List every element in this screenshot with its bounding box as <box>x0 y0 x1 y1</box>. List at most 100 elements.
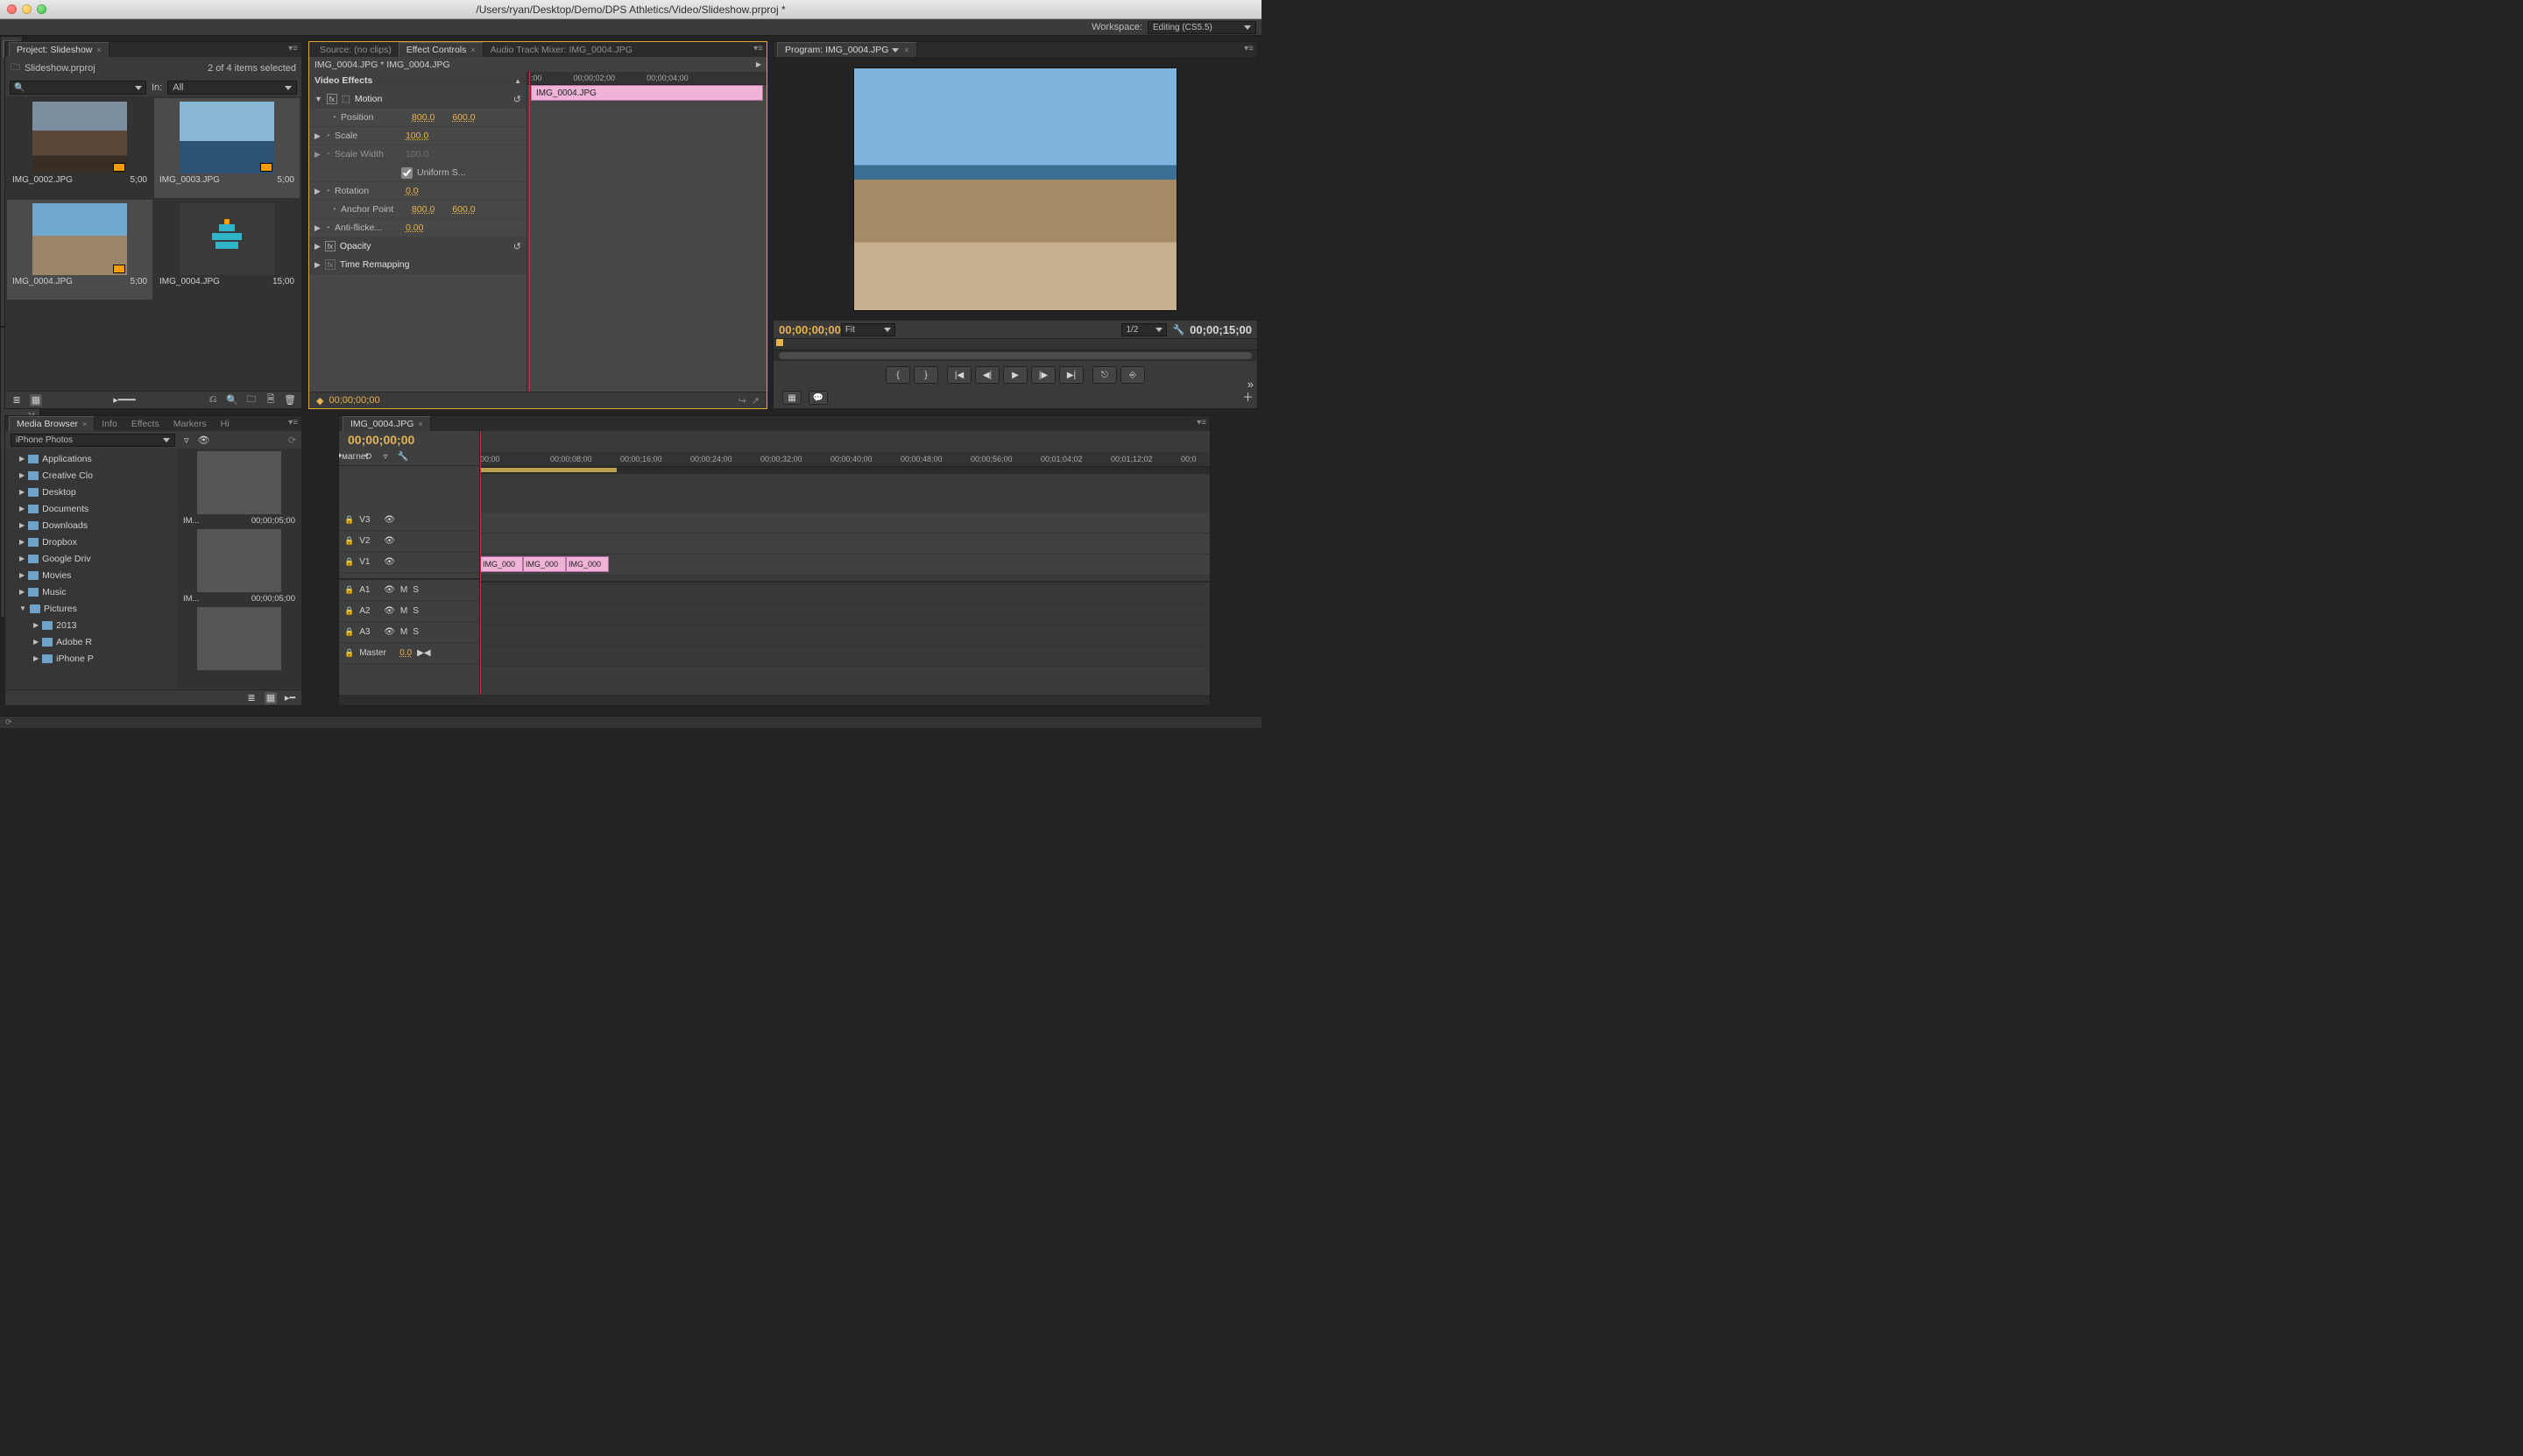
project-search-input[interactable]: 🔍 <box>10 81 146 95</box>
lock-icon[interactable]: 🔒 <box>344 536 354 546</box>
tab-effect-controls[interactable]: Effect Controls× <box>399 42 484 57</box>
fx-toggle-icon[interactable]: fx <box>325 259 336 270</box>
media-folder-tree[interactable]: ▶Applications▶Creative Clo▶Desktop▶Docum… <box>5 449 177 689</box>
twisty-icon[interactable]: ▼ <box>19 604 26 612</box>
collapse-icon[interactable]: ▲ <box>514 77 521 85</box>
folder-node[interactable]: ▶Music <box>5 583 177 600</box>
new-bin-icon[interactable]: 🗀 <box>245 394 258 406</box>
rotation-value[interactable]: 0.0 <box>406 186 419 196</box>
thumbnail-view-icon[interactable]: ▦ <box>265 692 277 704</box>
twisty-icon[interactable]: ▶ <box>314 242 321 251</box>
folder-node[interactable]: ▶Adobe R <box>5 633 177 650</box>
tab-effects[interactable]: Effects <box>124 416 166 431</box>
scale-value[interactable]: 100.0 <box>406 131 428 141</box>
twisty-icon[interactable]: ▶ <box>19 538 25 546</box>
solo-button[interactable]: S <box>413 627 419 637</box>
master-track-header[interactable]: 🔒 Master 0.0 ▶◀ <box>339 643 479 664</box>
mute-button[interactable]: M <box>400 585 407 595</box>
twisty-icon[interactable]: ▶ <box>314 187 321 196</box>
uniform-scale-checkbox[interactable] <box>401 167 413 179</box>
stopwatch-icon[interactable]: ◔ <box>331 113 336 123</box>
close-icon[interactable]: × <box>418 420 422 428</box>
timeline-ruler[interactable]: 00;0000;00;08;0000;00;16;0000;00;24;0000… <box>480 452 1210 467</box>
video-track-header[interactable]: 🔒V2👁 <box>339 531 479 552</box>
folder-node[interactable]: ▶Applications <box>5 450 177 467</box>
track-lane-master[interactable] <box>480 646 1210 667</box>
import-icon[interactable]: ⟳ <box>288 435 296 446</box>
panel-menu-icon[interactable]: ▾≡ <box>753 44 763 53</box>
tab-media-browser[interactable]: Media Browser× <box>9 416 95 431</box>
tab-project[interactable]: Project: Slideshow× <box>9 42 110 57</box>
folder-node[interactable]: ▼Pictures <box>5 600 177 617</box>
reset-icon[interactable]: ↺ <box>513 241 521 252</box>
twisty-icon[interactable]: ▶ <box>19 571 25 579</box>
position-x-value[interactable]: 800.0 <box>412 112 435 123</box>
window-zoom-button[interactable] <box>37 4 46 14</box>
step-back-button[interactable]: ◀| <box>975 366 1000 384</box>
close-icon[interactable]: × <box>470 46 475 54</box>
toggle-output-icon[interactable]: 👁 <box>384 557 395 567</box>
folder-node[interactable]: ▶Downloads <box>5 517 177 534</box>
close-icon[interactable]: × <box>904 46 908 54</box>
twisty-icon[interactable]: ▶ <box>314 260 321 270</box>
linked-selection-icon[interactable]: ⟲ <box>362 451 374 463</box>
timeline-clip[interactable]: IMG_000 <box>523 556 566 572</box>
anchor-y-value[interactable]: 600.0 <box>452 204 475 215</box>
playhead-icon[interactable] <box>529 72 530 392</box>
fx-toggle-icon[interactable]: fx <box>327 94 337 104</box>
new-item-icon[interactable]: 🗎 <box>265 394 277 406</box>
fx-toggle-icon[interactable]: fx <box>325 241 336 251</box>
folder-node[interactable]: ▶2013 <box>5 617 177 633</box>
mark-out-button[interactable]: } <box>914 366 938 384</box>
lock-icon[interactable]: 🔒 <box>344 627 354 637</box>
twisty-icon[interactable]: ▶ <box>314 131 321 141</box>
media-drive-select[interactable]: iPhone Photos <box>11 434 175 447</box>
program-tc-current[interactable]: 00;00;00;00 <box>779 323 841 336</box>
list-view-icon[interactable]: ≣ <box>11 394 23 406</box>
twisty-icon[interactable]: ▶ <box>33 621 39 629</box>
media-thumb-item[interactable]: IM...00;00;05;00 <box>180 451 299 526</box>
stopwatch-icon[interactable]: ◔ <box>325 223 330 233</box>
reset-icon[interactable]: ↺ <box>513 94 521 105</box>
track-lane-v3[interactable] <box>480 512 1210 534</box>
audio-track-header[interactable]: 🔒A2👁MS <box>339 601 479 622</box>
twisty-icon[interactable]: ▶ <box>33 638 39 646</box>
folder-node[interactable]: ▶Dropbox <box>5 534 177 550</box>
solo-button[interactable]: S <box>413 606 419 616</box>
project-bin-item[interactable]: IMG_0002.JPG5;00 <box>7 98 152 198</box>
program-timebar[interactable] <box>774 338 1257 350</box>
go-to-out-button[interactable]: ▶| <box>1059 366 1084 384</box>
track-lane-a2[interactable] <box>480 604 1210 625</box>
ec-ruler[interactable]: :0000;00;02;0000;00;04;00 <box>527 72 767 85</box>
project-bin-item[interactable]: IMG_0004.JPG5;00 <box>7 200 152 300</box>
panel-menu-icon[interactable]: ▾≡ <box>1197 418 1206 428</box>
folder-node[interactable]: ▶Documents <box>5 500 177 517</box>
video-track-header[interactable]: 🔒V1👁 <box>339 552 479 573</box>
video-track-header[interactable]: 🔒V3👁 <box>339 510 479 531</box>
tab-audio-mixer[interactable]: Audio Track Mixer: IMG_0004.JPG <box>484 42 640 57</box>
toggle-output-icon[interactable]: 👁 <box>384 627 395 637</box>
timeline-zoom-scroll[interactable] <box>339 695 1210 705</box>
ec-timecode[interactable]: 00;00;00;00 <box>329 395 379 406</box>
ingest-icon[interactable]: 👁 <box>198 435 210 446</box>
twisty-icon[interactable]: ▶ <box>314 223 321 233</box>
program-zoom-scroll[interactable] <box>774 350 1257 361</box>
twisty-icon[interactable]: ▶ <box>19 521 25 529</box>
program-video-output[interactable] <box>774 57 1257 321</box>
track-lane-a1[interactable] <box>480 583 1210 604</box>
zoom-slider[interactable]: ▸━ <box>284 692 296 704</box>
lift-button[interactable]: ⎋ <box>1092 366 1117 384</box>
timeline-timecode[interactable]: 00;00;00;00 <box>339 431 479 449</box>
media-thumb-item[interactable] <box>180 607 299 672</box>
comparison-view-button[interactable]: 💬 <box>809 391 828 405</box>
panel-menu-icon[interactable]: ▾≡ <box>288 418 298 428</box>
snap-icon[interactable]: �магnet <box>344 451 357 463</box>
folder-node[interactable]: ▶Google Driv <box>5 550 177 567</box>
list-view-icon[interactable]: ≣ <box>245 692 258 704</box>
folder-node[interactable]: ▶Creative Clo <box>5 467 177 484</box>
lock-icon[interactable]: 🔒 <box>344 515 354 525</box>
track-lane-v2[interactable] <box>480 534 1210 555</box>
audio-track-header[interactable]: 🔒A1👁MS <box>339 580 479 601</box>
project-in-select[interactable]: All <box>167 81 297 95</box>
tab-info[interactable]: Info <box>95 416 124 431</box>
